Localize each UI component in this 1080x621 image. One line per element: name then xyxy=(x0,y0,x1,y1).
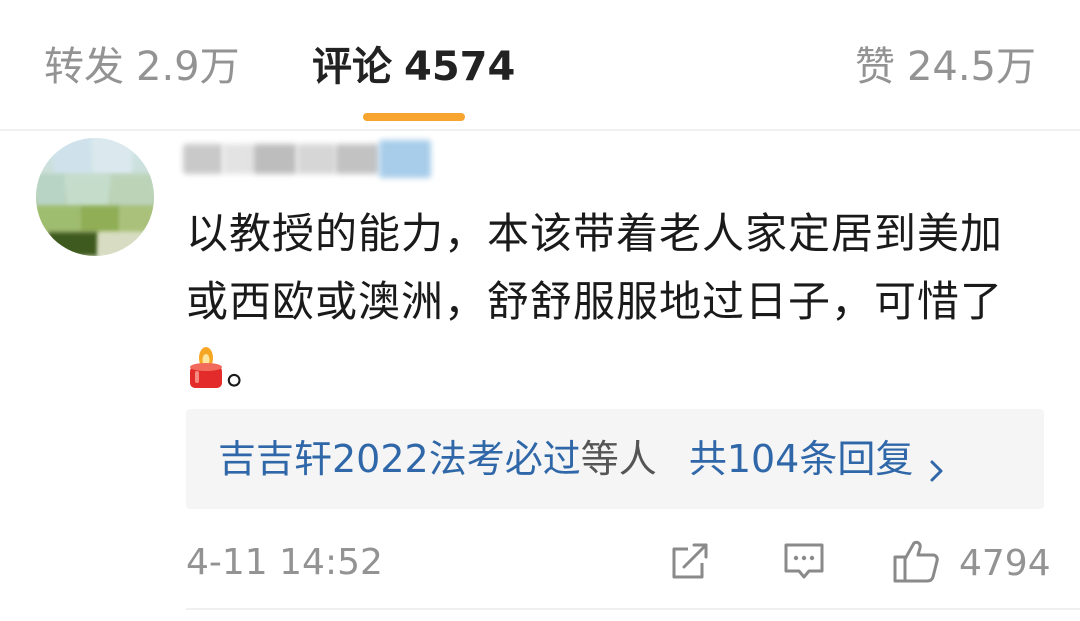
candle-icon xyxy=(186,342,226,388)
replies-summary[interactable]: 吉吉轩2022法考必过等人 共104条回复 xyxy=(186,409,1044,509)
comment-line-3: 。 xyxy=(186,336,1056,404)
comment-icon xyxy=(781,539,827,587)
share-icon xyxy=(668,539,712,587)
tab-likes-count: 24.5万 xyxy=(906,44,1036,90)
tab-reposts-count: 2.9万 xyxy=(136,44,240,90)
tab-bar-divider xyxy=(0,129,1080,131)
comment-line-2: 或西欧或澳洲，舒舒服服地过日子，可惜了 xyxy=(186,277,1004,326)
tab-comments-count: 4574 xyxy=(404,44,516,90)
weibo-comment-page: 转发 2.9万 评论 4574 赞 24.5万 以教授的能力，本该带着老人家定居到美 xyxy=(0,0,1080,621)
comment-divider xyxy=(186,608,1080,610)
thumbs-up-icon xyxy=(891,537,941,589)
share-button[interactable] xyxy=(668,537,712,589)
tab-likes-label: 赞 xyxy=(854,44,895,90)
replier-suffix: 等人 xyxy=(580,437,657,481)
replies-summary-text: 吉吉轩2022法考必过等人 共104条回复 xyxy=(218,433,947,485)
avatar[interactable] xyxy=(36,138,154,256)
tab-comments[interactable]: 评论 4574 xyxy=(312,40,515,94)
tab-reposts[interactable]: 转发 2.9万 xyxy=(44,40,240,94)
tab-comments-label: 评论 xyxy=(312,44,392,90)
comment-tail: 。 xyxy=(226,345,270,394)
comment-reply-button[interactable] xyxy=(781,537,827,589)
like-button[interactable]: 4794 xyxy=(891,537,1051,589)
username-redacted[interactable] xyxy=(183,136,433,182)
chevron-right-icon xyxy=(927,447,947,481)
reply-total-link[interactable]: 共104条回复 xyxy=(689,437,914,481)
detail-tab-bar: 转发 2.9万 评论 4574 赞 24.5万 xyxy=(0,0,1080,131)
tab-reposts-label: 转发 xyxy=(44,44,124,90)
comment-timestamp: 4-11 14:52 xyxy=(186,542,383,583)
like-count: 4794 xyxy=(959,542,1051,584)
comment-line-1: 以教授的能力，本该带着老人家定居到美加 xyxy=(186,209,1004,258)
active-tab-indicator xyxy=(363,113,465,121)
tab-likes[interactable]: 赞 24.5万 xyxy=(855,40,1036,94)
replier-names[interactable]: 吉吉轩2022法考必过 xyxy=(218,437,581,481)
comment-body: 以教授的能力，本该带着老人家定居到美加 或西欧或澳洲，舒舒服服地过日子，可惜了 … xyxy=(186,200,1056,404)
